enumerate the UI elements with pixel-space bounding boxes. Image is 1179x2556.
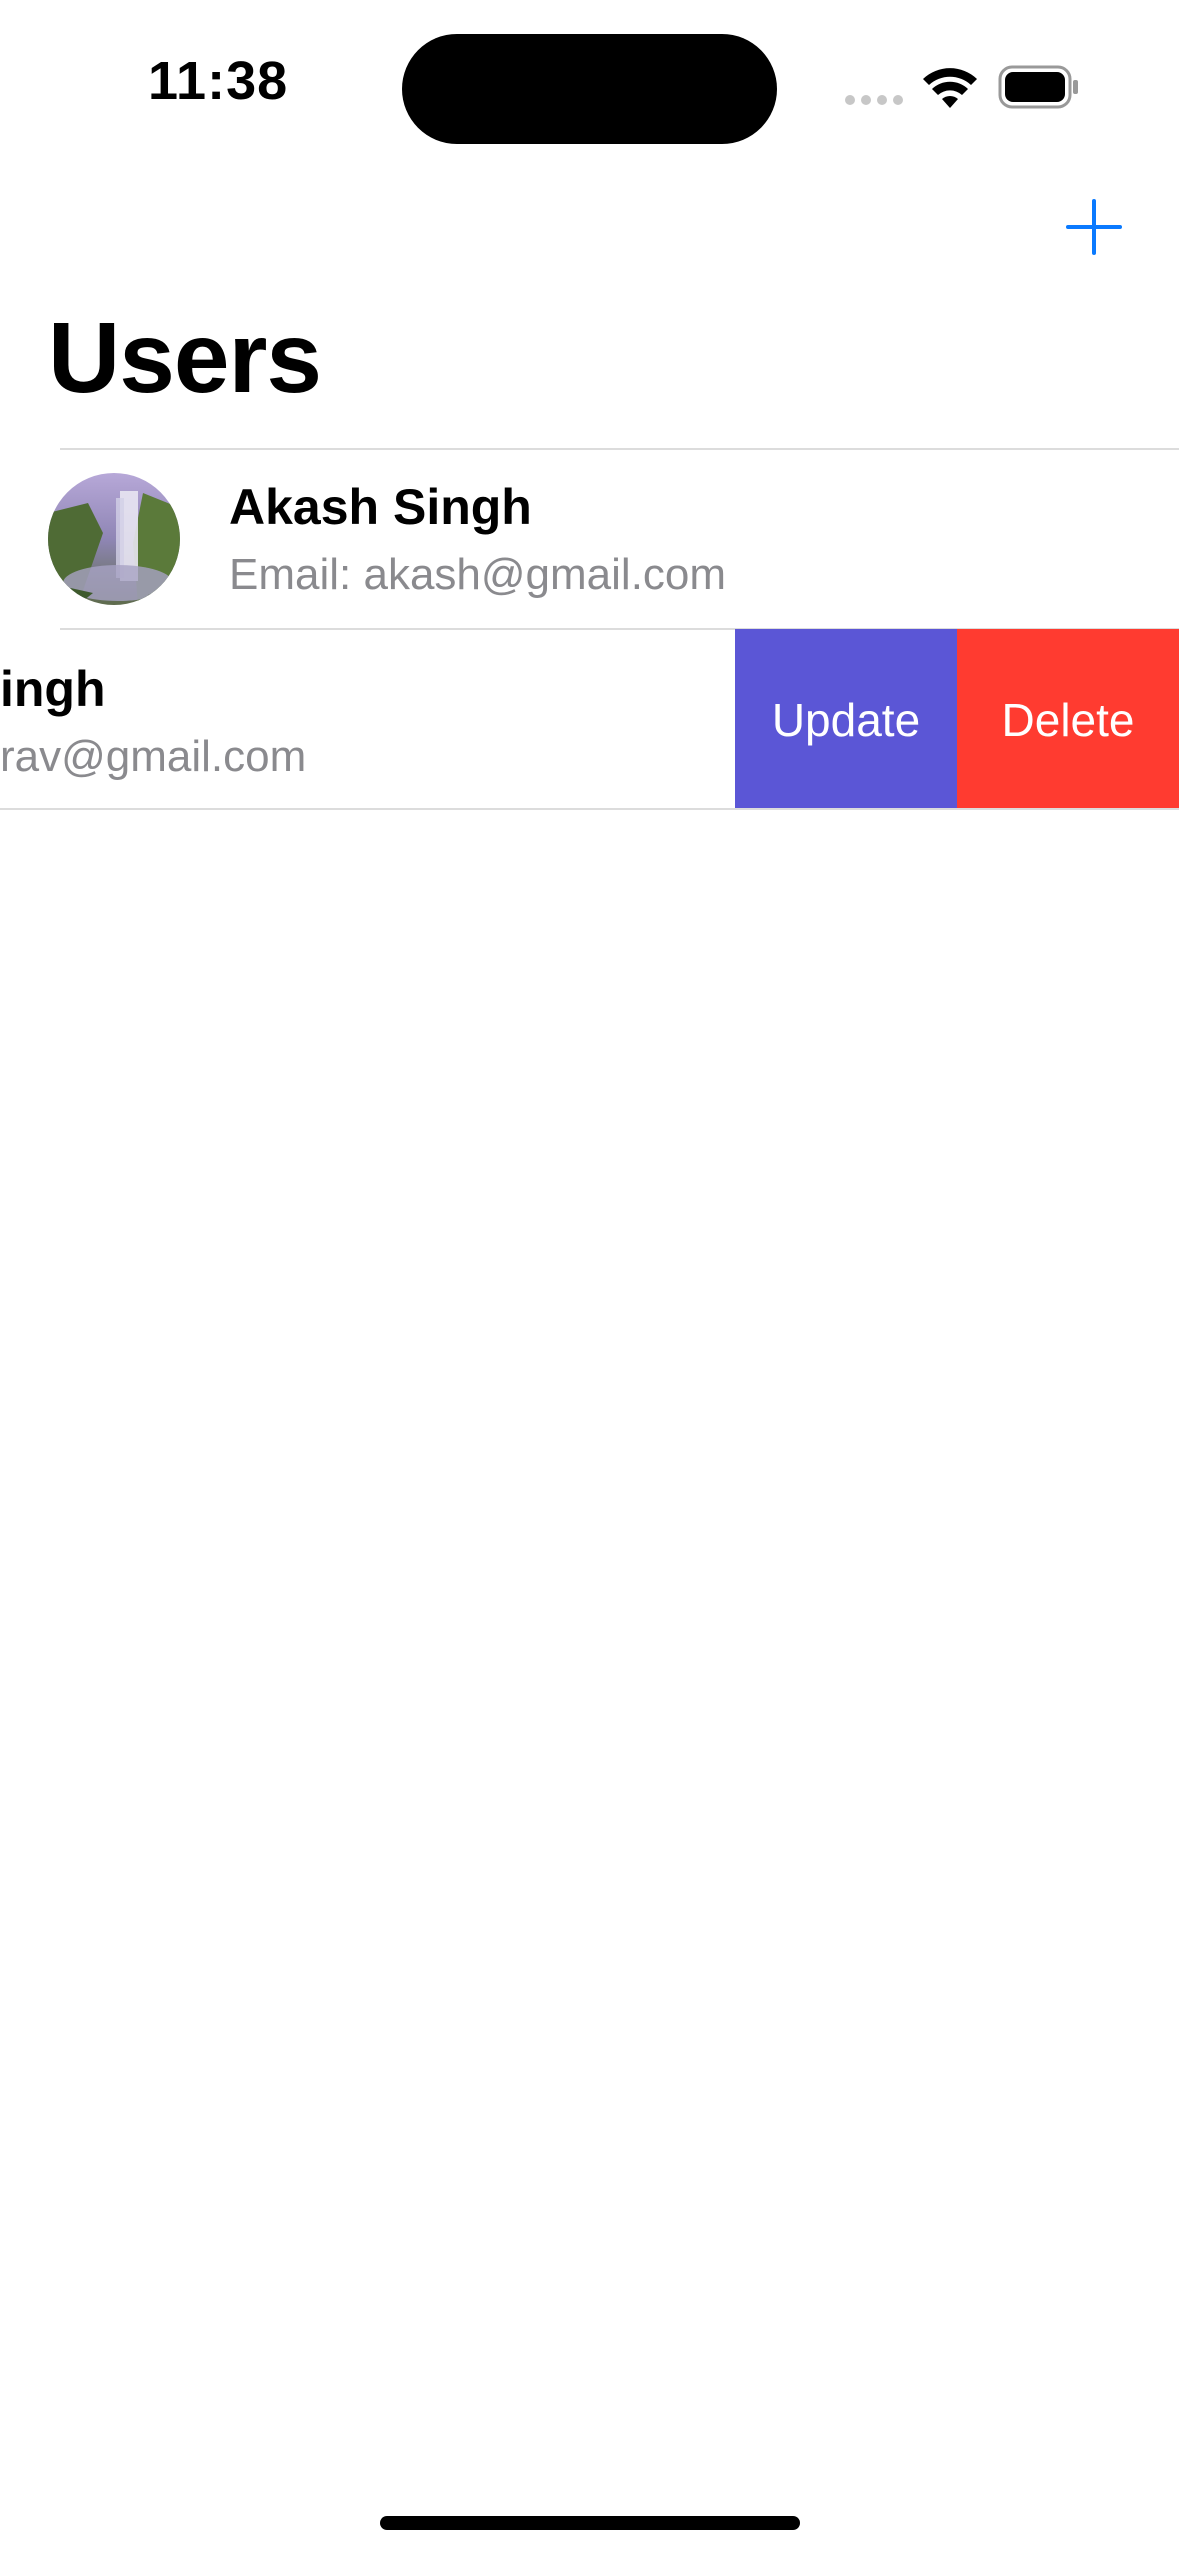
wifi-icon <box>923 68 977 108</box>
dynamic-island <box>402 34 777 144</box>
battery-icon <box>998 65 1078 109</box>
user-email: rav@gmail.com <box>0 732 307 781</box>
update-button[interactable]: Update <box>735 629 957 810</box>
list-separator <box>60 448 1179 450</box>
list-separator <box>0 808 1179 810</box>
user-name: Akash Singh <box>229 479 532 535</box>
home-indicator[interactable] <box>380 2516 800 2530</box>
plus-icon <box>1066 199 1122 255</box>
user-name: ingh <box>0 661 106 717</box>
delete-button[interactable]: Delete <box>957 629 1179 810</box>
status-time: 11:38 <box>148 51 289 111</box>
add-user-button[interactable] <box>1064 197 1124 257</box>
waterfall-photo <box>48 473 180 605</box>
cellular-signal-icon <box>845 95 905 107</box>
page-title: Users <box>48 302 322 414</box>
avatar <box>48 473 180 605</box>
user-email: Email: akash@gmail.com <box>229 550 727 599</box>
